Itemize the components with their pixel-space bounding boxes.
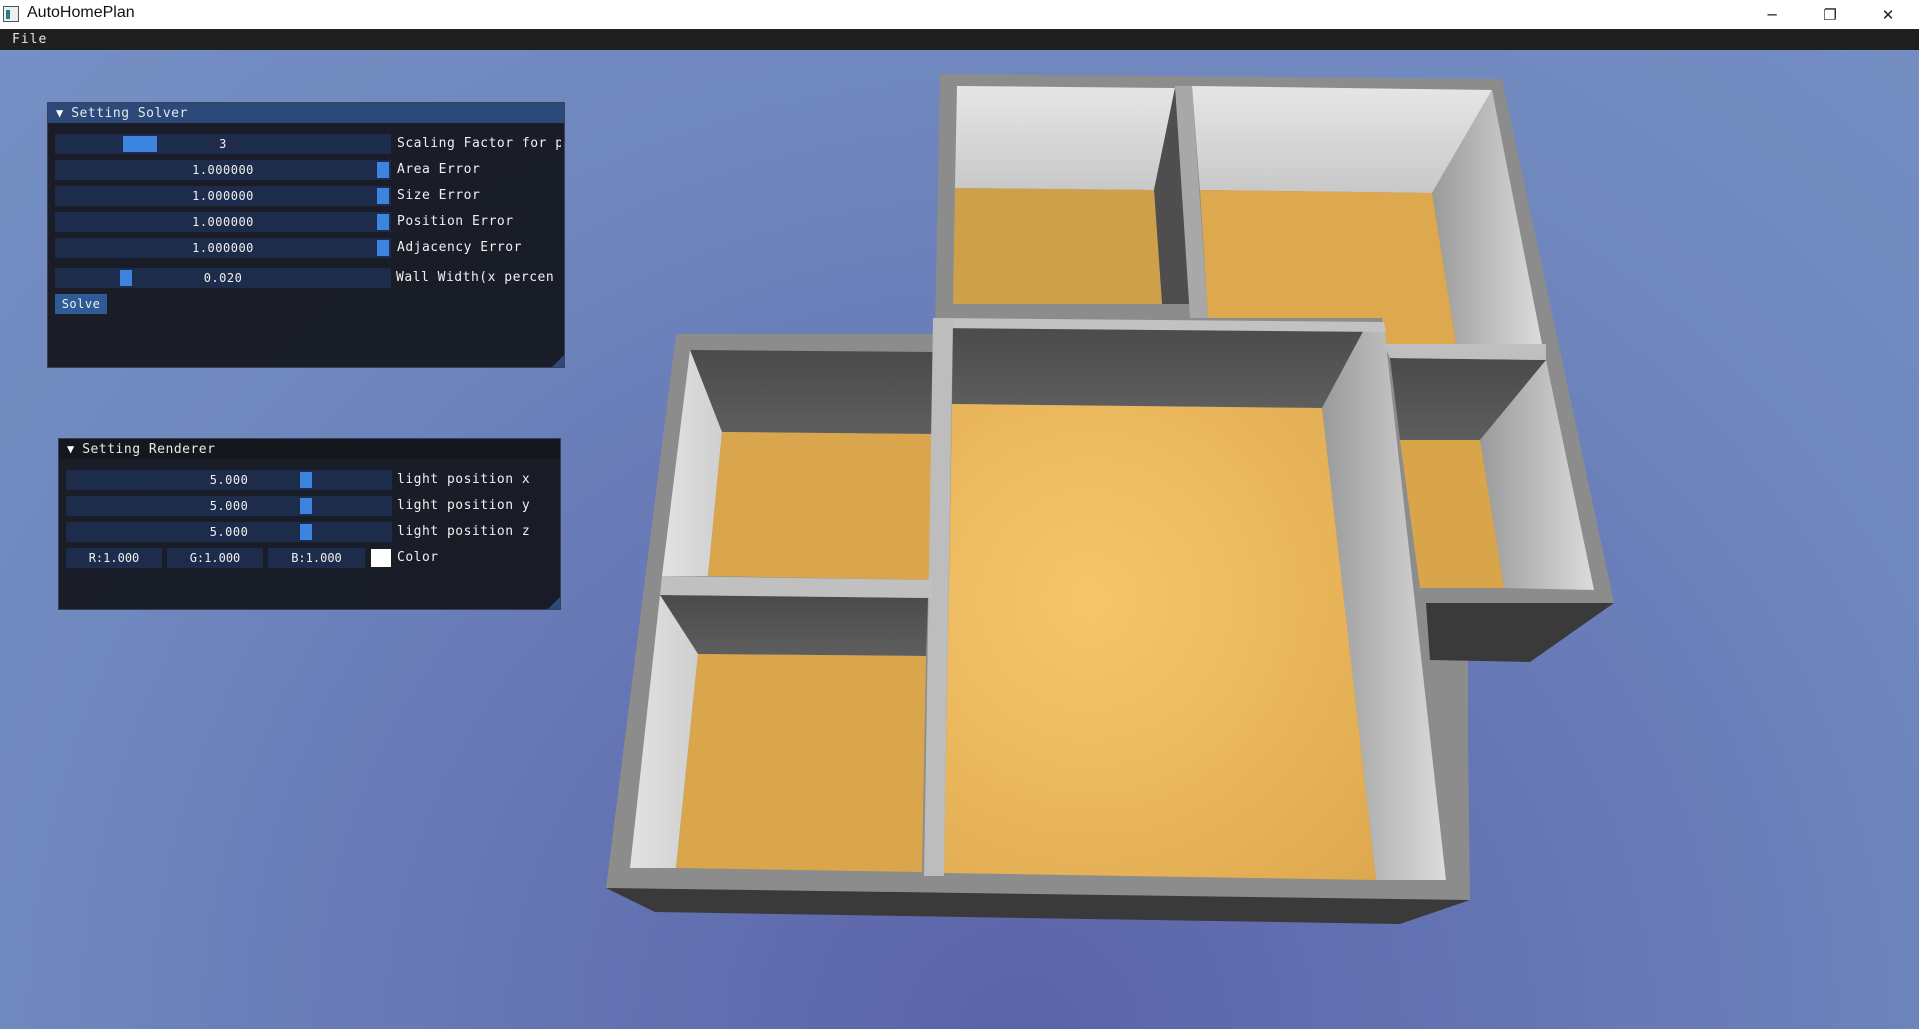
right-wing-base bbox=[1426, 603, 1614, 662]
window-title: AutoHomePlan bbox=[27, 4, 135, 21]
minimize-button[interactable]: ─ bbox=[1743, 0, 1801, 29]
room-center-back-wall bbox=[952, 322, 1366, 408]
adjacency-error-value: 1.000000 bbox=[192, 241, 254, 255]
panel-resize-grip[interactable] bbox=[552, 355, 564, 367]
color-r-field[interactable]: R:1.000 bbox=[66, 548, 162, 568]
color-row: R:1.000 G:1.000 B:1.000 Color bbox=[66, 548, 558, 568]
light-position-z-row: 5.000 light position z bbox=[66, 522, 558, 542]
color-g-field[interactable]: G:1.000 bbox=[167, 548, 263, 568]
size-error-slider[interactable]: 1.000000 bbox=[55, 186, 391, 206]
interior-wall-top-right-divider bbox=[1384, 344, 1546, 360]
window-title-bar: AutoHomePlan ─ ❐ ✕ bbox=[0, 0, 1919, 30]
position-error-row: 1.000000 Position Error bbox=[55, 212, 561, 232]
light-position-x-label: light position x bbox=[397, 472, 531, 487]
position-error-value: 1.000000 bbox=[192, 215, 254, 229]
adjacency-error-label: Adjacency Error bbox=[397, 240, 522, 255]
color-label: Color bbox=[397, 550, 439, 565]
close-button[interactable]: ✕ bbox=[1859, 0, 1917, 29]
area-error-slider[interactable]: 1.000000 bbox=[55, 160, 391, 180]
solver-panel-title: Setting Solver bbox=[71, 105, 188, 121]
light-position-y-row: 5.000 light position y bbox=[66, 496, 558, 516]
scaling-factor-label: Scaling Factor for p bbox=[397, 136, 561, 151]
renderer-panel-title: Setting Renderer bbox=[82, 441, 216, 457]
panel-resize-grip[interactable] bbox=[548, 597, 560, 609]
adjacency-error-row: 1.000000 Adjacency Error bbox=[55, 238, 561, 258]
scaling-factor-slider[interactable]: 3 bbox=[55, 134, 391, 154]
renderer-panel-header[interactable]: ▼ Setting Renderer bbox=[59, 439, 560, 459]
app-icon bbox=[3, 6, 19, 22]
area-error-row: 1.000000 Area Error bbox=[55, 160, 561, 180]
maximize-button[interactable]: ❐ bbox=[1801, 0, 1859, 29]
light-position-z-slider[interactable]: 5.000 bbox=[66, 522, 392, 542]
scaling-factor-row: 3 Scaling Factor for p bbox=[55, 134, 561, 154]
color-swatch[interactable] bbox=[371, 549, 391, 567]
light-position-y-value: 5.000 bbox=[209, 499, 249, 513]
light-position-z-label: light position z bbox=[397, 524, 531, 539]
adjacency-error-slider[interactable]: 1.000000 bbox=[55, 238, 391, 258]
scaling-factor-value: 3 bbox=[219, 137, 227, 151]
area-error-value: 1.000000 bbox=[192, 163, 254, 177]
size-error-label: Size Error bbox=[397, 188, 481, 203]
light-position-z-value: 5.000 bbox=[209, 525, 249, 539]
light-position-x-slider[interactable]: 5.000 bbox=[66, 470, 392, 490]
room-center-floor[interactable] bbox=[944, 404, 1376, 880]
solve-button[interactable]: Solve bbox=[55, 294, 107, 314]
wall-width-value: 0.020 bbox=[203, 271, 243, 285]
menu-bar: File bbox=[0, 29, 1919, 50]
collapse-arrow-icon[interactable]: ▼ bbox=[67, 442, 74, 456]
room-top-left-back-wall bbox=[955, 86, 1175, 190]
wall-width-row: 0.020 Wall Width(x percen bbox=[55, 268, 561, 288]
room-left-upper-floor bbox=[708, 432, 933, 580]
collapse-arrow-icon[interactable]: ▼ bbox=[56, 106, 63, 120]
size-error-value: 1.000000 bbox=[192, 189, 254, 203]
light-position-x-row: 5.000 light position x bbox=[66, 470, 558, 490]
wall-width-label: Wall Width(x percen bbox=[396, 270, 555, 285]
size-error-row: 1.000000 Size Error bbox=[55, 186, 561, 206]
room-left-lower-back-wall bbox=[660, 595, 928, 656]
setting-solver-panel[interactable]: ▼ Setting Solver 3 Scaling Factor for p … bbox=[47, 102, 565, 368]
room-top-left-floor bbox=[953, 188, 1162, 304]
position-error-slider[interactable]: 1.000000 bbox=[55, 212, 391, 232]
light-position-y-slider[interactable]: 5.000 bbox=[66, 496, 392, 516]
position-error-label: Position Error bbox=[397, 214, 514, 229]
room-left-lower-floor bbox=[676, 654, 926, 872]
light-position-y-label: light position y bbox=[397, 498, 531, 513]
color-b-field[interactable]: B:1.000 bbox=[268, 548, 365, 568]
light-position-x-value: 5.000 bbox=[209, 473, 249, 487]
menu-file[interactable]: File bbox=[12, 32, 47, 47]
solver-panel-header[interactable]: ▼ Setting Solver bbox=[48, 103, 564, 123]
setting-renderer-panel[interactable]: ▼ Setting Renderer 5.000 light position … bbox=[58, 438, 561, 610]
room-left-upper-back-wall bbox=[690, 350, 933, 434]
area-error-label: Area Error bbox=[397, 162, 481, 177]
wall-width-slider[interactable]: 0.020 bbox=[55, 268, 391, 288]
